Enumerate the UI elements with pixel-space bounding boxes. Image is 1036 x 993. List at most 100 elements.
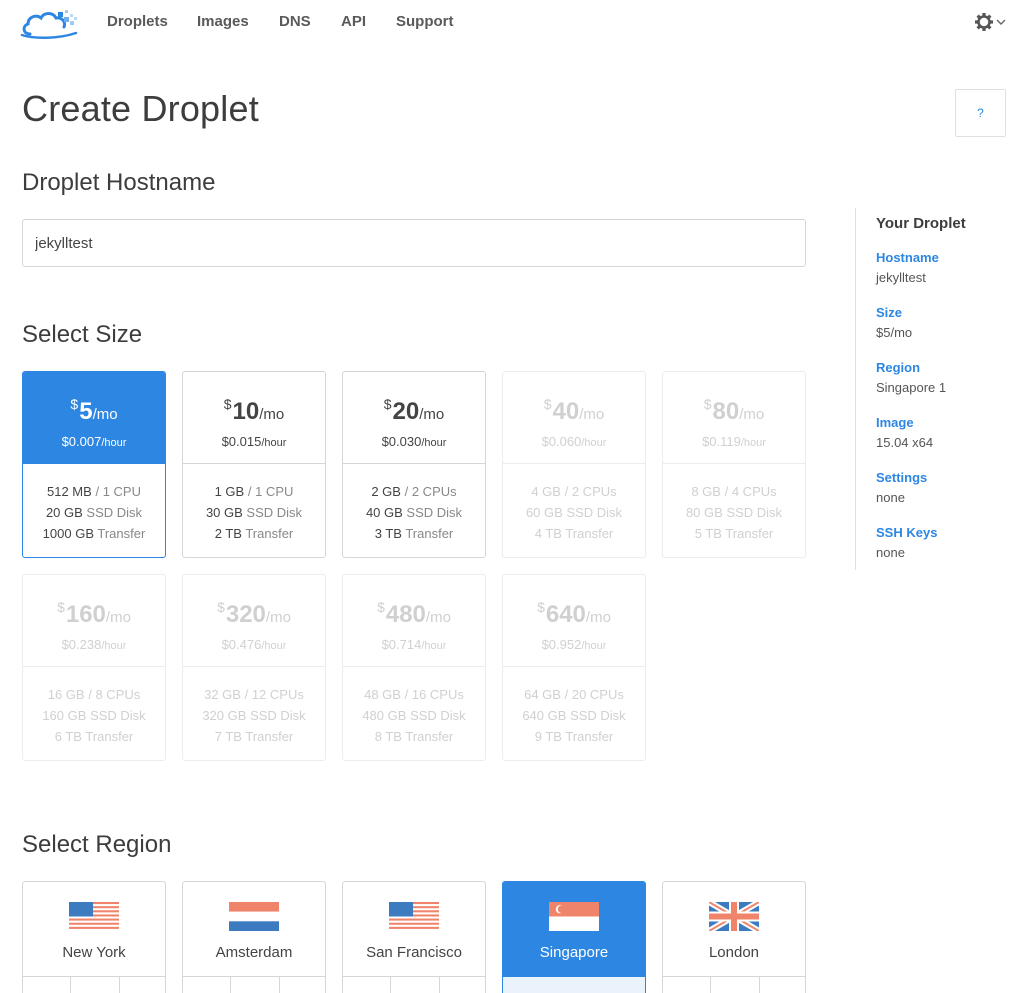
spec-ram: 64 GB (524, 687, 561, 702)
spec-ram-cpu: 4 GB / 2 CPUs (503, 481, 645, 502)
currency-symbol: $ (223, 396, 232, 412)
datacenter-options (183, 976, 325, 993)
spec-ram: 32 GB (204, 687, 241, 702)
size-option-80: $80/mo $0.119/hour 8 GB / 4 CPUs 80 GB SSD … (662, 371, 806, 558)
size-specs: 64 GB / 20 CPUs 640 GB SSD Disk 9 TB Trans… (503, 667, 645, 747)
monthly-price: $160/mo (23, 599, 165, 629)
per-month-label: /mo (419, 406, 445, 423)
spec-disk: 320 GB (202, 708, 247, 723)
per-month-label: /mo (579, 406, 605, 423)
spec-ram: 512 MB (47, 484, 92, 499)
sidebar-value-settings: none (876, 490, 905, 505)
us-flag-icon (389, 902, 439, 931)
currency-symbol: $ (383, 396, 392, 412)
spec-transfer-label: Transfer (245, 729, 294, 744)
hourly-amount: $0.030 (381, 434, 422, 449)
nav-droplets[interactable]: Droplets (107, 13, 168, 30)
per-hour-label: /hour (421, 437, 447, 449)
monthly-price: $10/mo (183, 396, 325, 426)
size-option-20[interactable]: $20/mo $0.030/hour 2 GB / 2 CPUs 40 GB SSD … (342, 371, 486, 558)
help-button[interactable]: ? (955, 89, 1006, 137)
size-option-480: $480/mo $0.714/hour 48 GB / 16 CPUs 480 GB … (342, 574, 486, 761)
size-specs: 8 GB / 4 CPUs 80 GB SSD Disk 5 TB Transfer (663, 464, 805, 544)
hourly-price: $0.015/hour (183, 434, 325, 449)
spec-disk: 480 GB (362, 708, 407, 723)
spec-disk-row: 320 GB SSD Disk (183, 705, 325, 726)
spec-disk-label: SSD Disk (406, 505, 463, 520)
hostname-input[interactable] (22, 219, 806, 267)
spec-transfer-label: Transfer (405, 526, 454, 541)
spec-disk-row: 40 GB SSD Disk (343, 502, 485, 523)
region-name: San Francisco (366, 944, 462, 961)
spec-transfer-label: Transfer (565, 526, 614, 541)
spec-transfer: 4 TB (534, 526, 562, 541)
spec-transfer-label: Transfer (97, 526, 146, 541)
per-month-label: /mo (585, 609, 611, 626)
hourly-price: $0.952/hour (503, 637, 645, 652)
per-month-label: /mo (105, 609, 131, 626)
size-option-10[interactable]: $10/mo $0.015/hour 1 GB / 1 CPU 30 GB SSD D… (182, 371, 326, 558)
spec-ram-cpu: 32 GB / 12 CPUs (183, 684, 325, 705)
sidebar-value-ssh-keys: none (876, 545, 905, 560)
sidebar-key-size: Size (876, 305, 903, 320)
settings-gear-icon[interactable] (974, 12, 1008, 32)
nav-api[interactable]: API (341, 13, 366, 30)
hourly-price: $0.007/hour (23, 434, 165, 449)
nav-support[interactable]: Support (396, 13, 454, 30)
size-specs: 512 MB / 1 CPU 20 GB SSD Disk 1000 GB Tran… (23, 464, 165, 544)
spec-transfer-label: Transfer (725, 526, 774, 541)
nav-images[interactable]: Images (197, 13, 249, 30)
size-specs: 4 GB / 2 CPUs 60 GB SSD Disk 4 TB Transfer (503, 464, 645, 544)
spec-disk-row: 30 GB SSD Disk (183, 502, 325, 523)
size-specs: 48 GB / 16 CPUs 480 GB SSD Disk 8 TB Trans… (343, 667, 485, 747)
hourly-amount: $0.119 (702, 434, 741, 449)
spec-cpu: 1 CPU (102, 484, 141, 499)
spec-transfer: 5 TB (694, 526, 722, 541)
spec-transfer: 6 TB (54, 729, 82, 744)
hourly-amount: $0.015 (221, 434, 262, 449)
spec-disk-label: SSD Disk (86, 505, 143, 520)
region-option-singapore[interactable]: Singapore (502, 881, 646, 993)
size-price-block: $80/mo $0.119/hour (663, 372, 805, 464)
per-month-label: /mo (739, 406, 765, 423)
size-option-320: $320/mo $0.476/hour 32 GB / 12 CPUs 320 GB … (182, 574, 326, 761)
hourly-price: $0.714/hour (343, 637, 485, 652)
hourly-amount: $0.952 (541, 637, 582, 652)
size-option-5[interactable]: $5/mo $0.007/hour 512 MB / 1 CPU 20 GB SSD … (22, 371, 166, 558)
region-option-amsterdam[interactable]: Amsterdam (182, 881, 326, 993)
us-flag-icon (69, 902, 119, 931)
spec-ram-cpu: 64 GB / 20 CPUs (503, 684, 645, 705)
spec-disk-label: SSD Disk (410, 708, 466, 723)
hourly-price: $0.238/hour (23, 637, 165, 652)
region-option-san-francisco[interactable]: San Francisco (342, 881, 486, 993)
spec-transfer-label: Transfer (85, 729, 134, 744)
region-option-new-york[interactable]: New York (22, 881, 166, 993)
spec-transfer: 2 TB (214, 526, 242, 541)
per-hour-label: /hour (421, 640, 447, 652)
price-amount: 320 (225, 601, 266, 628)
spec-transfer-row: 1000 GB Transfer (23, 523, 165, 544)
hourly-price: $0.030/hour (343, 434, 485, 449)
top-nav: Droplets Images DNS API Support (0, 0, 1036, 44)
currency-symbol: $ (543, 396, 552, 412)
region-name: Singapore (539, 944, 609, 961)
datacenter-options (343, 976, 485, 993)
spec-disk-label: SSD Disk (246, 505, 303, 520)
sidebar-key-region: Region (876, 360, 921, 375)
spec-ram-cpu: 2 GB / 2 CPUs (343, 481, 485, 502)
spec-ram: 2 GB (371, 484, 401, 499)
per-hour-label: /hour (101, 640, 127, 652)
digitalocean-logo-icon[interactable] (20, 6, 78, 40)
nav-dns[interactable]: DNS (279, 13, 311, 30)
spec-sep: / (724, 484, 729, 499)
size-specs: 2 GB / 2 CPUs 40 GB SSD Disk 3 TB Transfer (343, 464, 485, 544)
spec-transfer-row: 9 TB Transfer (503, 726, 645, 747)
spec-cpu: 12 CPUs (251, 687, 304, 702)
spec-disk: 30 GB (205, 505, 243, 520)
region-option-london[interactable]: London (662, 881, 806, 993)
monthly-price: $20/mo (343, 396, 485, 426)
per-hour-label: /hour (261, 640, 287, 652)
spec-transfer-label: Transfer (245, 526, 294, 541)
sidebar-value-size: $5/mo (876, 325, 913, 340)
hourly-price: $0.476/hour (183, 637, 325, 652)
